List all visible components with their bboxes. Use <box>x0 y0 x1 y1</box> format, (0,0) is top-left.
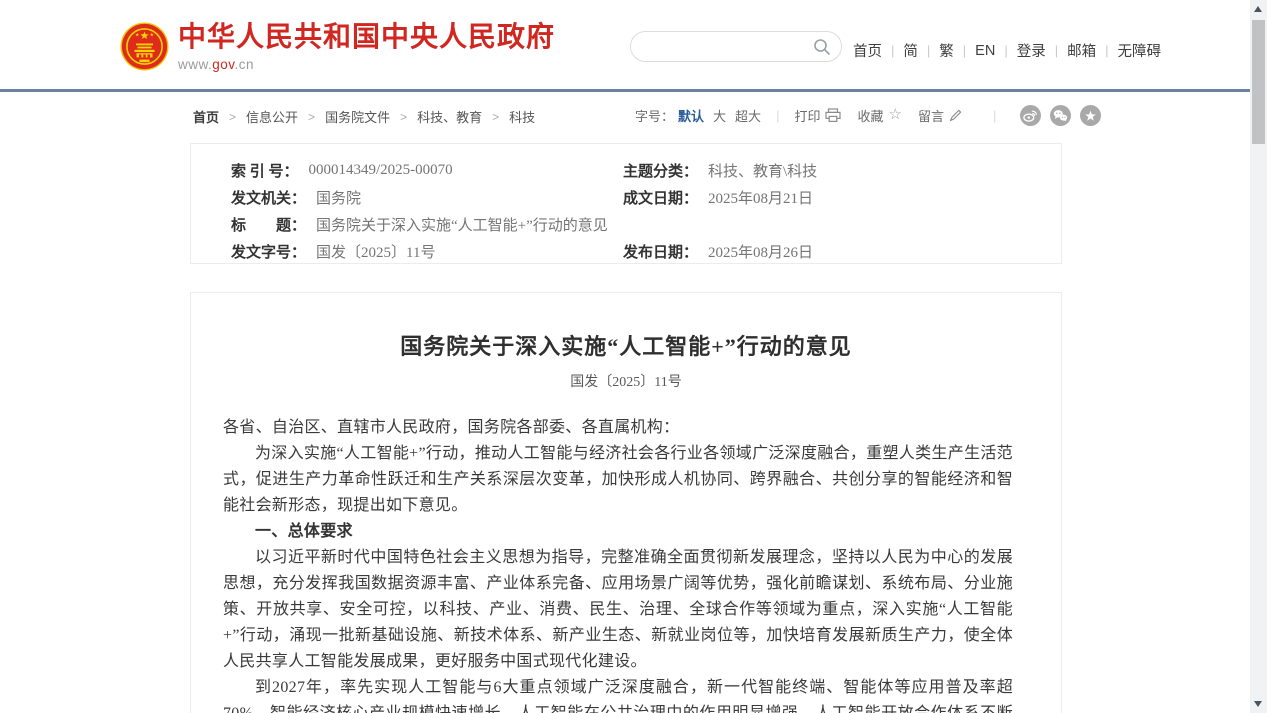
document-content-box: 国务院关于深入实施“人工智能+”行动的意见 国发〔2025〕11号 各省、自治区… <box>190 292 1062 713</box>
nav-separator: | <box>963 43 966 58</box>
comment-label: 留言 <box>918 106 944 125</box>
favorite-label: 收藏 <box>857 106 883 125</box>
paragraph-goals: 到2027年，率先实现人工智能与6大重点领域广泛深度融合，新一代智能终端、智能体… <box>223 675 1013 713</box>
meta-value: 2025年08月26日 <box>708 241 813 262</box>
meta-value: 国务院 <box>316 187 361 208</box>
meta-written-date: 成文日期： 2025年08月21日 <box>623 184 817 211</box>
search-icon <box>813 38 831 56</box>
page-tools: 字号： 默认 大 超大 | 打印 收藏 ☆ 留言 | <box>635 103 1101 127</box>
top-nav: 首页 | 简 | 繁 | EN | 登录 | 邮箱 | 无障碍 <box>853 40 1161 61</box>
breadcrumb: 首页 > 信息公开 > 国务院文件 > 科技、教育 > 科技 <box>193 107 535 126</box>
breadcrumb-sci-edu[interactable]: 科技、教育 <box>417 107 482 126</box>
document-body: 各省、自治区、直辖市人民政府，国务院各部委、各直属机构： 为深入实施“人工智能+… <box>223 415 1013 713</box>
meta-publish-date: 发布日期： 2025年08月26日 <box>623 238 817 265</box>
tools-separator: | <box>993 108 996 123</box>
meta-right-column: 主题分类： 科技、教育\科技 成文日期： 2025年08月21日 发布日期： 2… <box>623 157 817 265</box>
url-cn: .cn <box>235 57 255 72</box>
font-size-large-button[interactable]: 大 <box>713 106 726 125</box>
meta-label: 主题分类： <box>623 160 698 181</box>
font-size-default-button[interactable]: 默认 <box>678 106 704 125</box>
meta-label: 发文机关： <box>231 187 306 208</box>
printer-icon <box>825 108 841 123</box>
breadcrumb-separator: > <box>492 110 499 124</box>
tools-separator: | <box>776 108 779 123</box>
site-url: www.gov.cn <box>178 57 555 72</box>
meta-value: 2025年08月21日 <box>708 187 813 208</box>
nav-separator: | <box>891 43 894 58</box>
print-button[interactable]: 打印 <box>794 106 841 125</box>
breadcrumb-home[interactable]: 首页 <box>193 107 219 126</box>
paragraph-salutation: 各省、自治区、直辖市人民政府，国务院各部委、各直属机构： <box>223 415 1013 441</box>
nav-separator: | <box>927 43 930 58</box>
search-button[interactable] <box>813 38 831 56</box>
logo-text: 中华人民共和国中央人民政府 www.gov.cn <box>178 22 555 72</box>
document-title: 国务院关于深入实施“人工智能+”行动的意见 <box>191 329 1061 361</box>
meta-label: 标 题： <box>231 214 306 235</box>
font-size-xlarge-button[interactable]: 超大 <box>735 106 761 125</box>
nav-separator: | <box>1105 43 1108 58</box>
nav-traditional[interactable]: 繁 <box>939 40 954 61</box>
qzone-share-icon[interactable] <box>1080 105 1101 126</box>
url-gov: gov <box>212 57 234 72</box>
breadcrumb-sci: 科技 <box>509 107 535 126</box>
favorite-button[interactable]: 收藏 ☆ <box>857 106 901 125</box>
meta-issuing-agency: 发文机关： 国务院 <box>231 184 608 211</box>
site-header: 中华人民共和国中央人民政府 www.gov.cn 首页 | 简 | 繁 | EN… <box>0 0 1250 89</box>
nav-mail[interactable]: 邮箱 <box>1067 40 1096 61</box>
font-size-label: 字号： <box>635 106 674 125</box>
document-meta-box: 索 引 号： 000014349/2025-00070 发文机关： 国务院 标 … <box>190 143 1062 264</box>
nav-login[interactable]: 登录 <box>1017 40 1046 61</box>
comment-button[interactable]: 留言 <box>918 106 962 125</box>
meta-left-column: 索 引 号： 000014349/2025-00070 发文机关： 国务院 标 … <box>231 157 608 265</box>
print-label: 打印 <box>794 106 820 125</box>
meta-value: 国发〔2025〕11号 <box>316 241 435 262</box>
meta-value: 科技、教育\科技 <box>708 160 817 181</box>
nav-english[interactable]: EN <box>975 43 995 59</box>
star-icon: ☆ <box>888 108 901 122</box>
breadcrumb-separator: > <box>308 110 315 124</box>
breadcrumb-separator: > <box>400 110 407 124</box>
nav-home[interactable]: 首页 <box>853 40 882 61</box>
share-icons <box>1011 105 1101 126</box>
meta-label: 成文日期： <box>623 187 698 208</box>
search-box <box>630 31 842 62</box>
site-title: 中华人民共和国中央人民政府 <box>178 22 555 54</box>
national-emblem-icon <box>120 22 169 71</box>
meta-label: 发文字号： <box>231 241 306 262</box>
meta-topic-category: 主题分类： 科技、教育\科技 <box>623 157 817 184</box>
url-www: www. <box>178 57 212 72</box>
breadcrumb-state-council-docs[interactable]: 国务院文件 <box>325 107 390 126</box>
wechat-share-icon[interactable] <box>1050 105 1071 126</box>
meta-label: 发布日期： <box>623 241 698 262</box>
meta-title: 标 题： 国务院关于深入实施“人工智能+”行动的意见 <box>231 211 608 238</box>
search-input[interactable] <box>645 33 805 60</box>
meta-doc-number: 发文字号： 国发〔2025〕11号 <box>231 238 608 265</box>
document-number: 国发〔2025〕11号 <box>191 371 1061 391</box>
meta-value: 000014349/2025-00070 <box>309 162 453 179</box>
nav-accessibility[interactable]: 无障碍 <box>1118 40 1162 61</box>
breadcrumb-separator: > <box>229 110 236 124</box>
site-logo[interactable]: 中华人民共和国中央人民政府 www.gov.cn <box>120 22 555 72</box>
nav-separator: | <box>1055 43 1058 58</box>
scroll-up-arrow[interactable] <box>1254 6 1262 12</box>
meta-value: 国务院关于深入实施“人工智能+”行动的意见 <box>316 214 608 235</box>
meta-label: 索 引 号： <box>231 160 299 181</box>
meta-empty-row <box>623 211 817 238</box>
nav-simplified[interactable]: 简 <box>903 40 918 61</box>
weibo-share-icon[interactable] <box>1020 105 1041 126</box>
page: 中华人民共和国中央人民政府 www.gov.cn 首页 | 简 | 繁 | EN… <box>0 0 1267 713</box>
section-heading-overall-requirements: 一、总体要求 <box>223 519 1013 545</box>
header-divider <box>0 89 1267 92</box>
nav-separator: | <box>1004 43 1007 58</box>
pencil-icon <box>949 109 962 122</box>
breadcrumb-info-disclosure[interactable]: 信息公开 <box>246 107 298 126</box>
scroll-down-arrow[interactable] <box>1254 701 1262 707</box>
paragraph-intro: 为深入实施“人工智能+”行动，推动人工智能与经济社会各行业各领域广泛深度融合，重… <box>223 441 1013 519</box>
paragraph-guiding-ideology: 以习近平新时代中国特色社会主义思想为指导，完整准确全面贯彻新发展理念，坚持以人民… <box>223 545 1013 675</box>
vertical-scrollbar[interactable] <box>1250 0 1267 713</box>
meta-index-number: 索 引 号： 000014349/2025-00070 <box>231 157 608 184</box>
scrollbar-thumb[interactable] <box>1252 20 1265 144</box>
